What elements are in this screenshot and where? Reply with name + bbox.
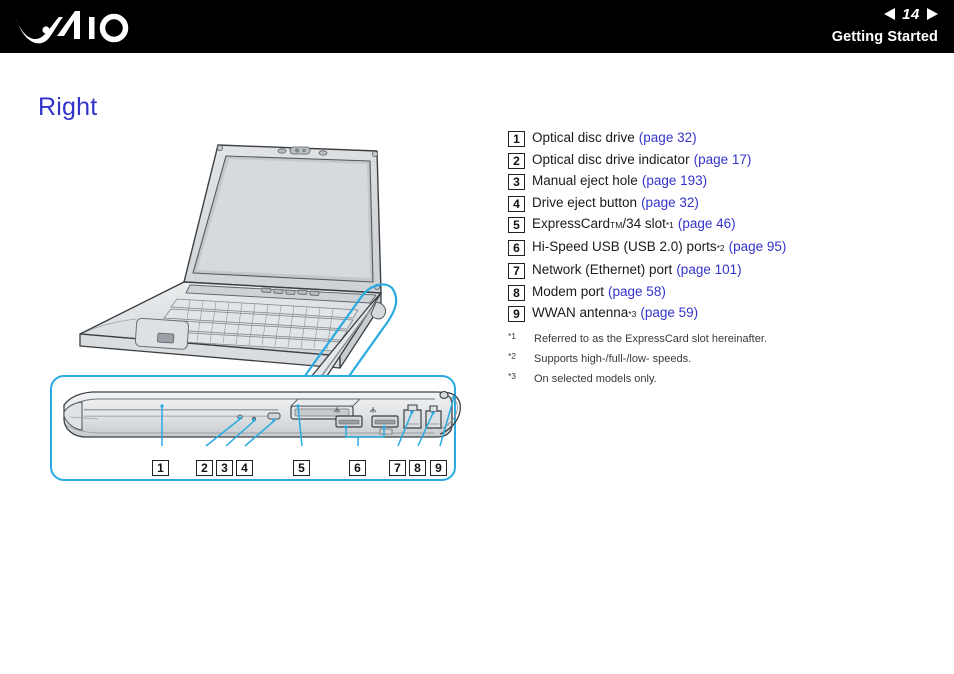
footnote-mark-1: *1 (508, 331, 517, 341)
legend-item-2: 2 Optical disc drive indicator (page 17) (508, 151, 928, 169)
callout-box-6: 6 (349, 458, 366, 476)
legend-number-8: 8 (508, 284, 525, 301)
legend-item-9: 9 WWAN antenna *3 (page 59) (508, 305, 928, 322)
page-title: Right (38, 93, 98, 121)
legend-item-5: 5 ExpressCard TM/34 slot *1 (page 46) (508, 216, 928, 233)
page-indicator: 14 (778, 4, 938, 24)
chassis-side-profile (63, 391, 461, 438)
header-bar: 14 Getting Started (0, 0, 954, 53)
legend-link-3[interactable]: (page 193) (642, 173, 707, 189)
legend-item-7: 7 Network (Ethernet) port (page 101) (508, 262, 928, 279)
callout-box-7: 7 (389, 458, 406, 476)
legend-item-8: 8 Modem port (page 58) (508, 283, 928, 301)
prev-page-arrow-icon[interactable] (884, 8, 895, 20)
optical-drive-slot (84, 409, 278, 417)
callout-box-5: 5 (293, 458, 310, 476)
touchpad (134, 317, 190, 350)
footnote-2: *2 Supports high-/full-/low- speeds. (508, 351, 928, 365)
legend-link-6[interactable]: (page 95) (729, 239, 787, 255)
legend-number-5: 5 (508, 217, 525, 233)
laptop-illustration: 1 2 3 4 5 6 7 8 9 (40, 125, 480, 495)
legend-item-6: 6 Hi-Speed USB (USB 2.0) ports *2 (page 9… (508, 239, 928, 256)
section-title: Getting Started (831, 29, 938, 45)
legend-label-5: ExpressCard (532, 216, 611, 231)
legend-number-9: 9 (508, 306, 525, 322)
legend-item-3: 3 Manual eject hole (page 193) (508, 173, 928, 190)
callout-box-4: 4 (236, 458, 253, 476)
footnote-mark-2: *2 (508, 351, 517, 361)
next-page-arrow-icon[interactable] (927, 8, 938, 20)
legend-number-3: 3 (508, 174, 525, 190)
legend-link-9[interactable]: (page 59) (640, 305, 698, 321)
page-number: 14 (902, 5, 920, 23)
legend-number-7: 7 (508, 263, 525, 279)
header-navigation: 14 Getting Started (778, 4, 938, 45)
footnote-text-3: On selected models only. (534, 373, 657, 385)
legend-label-3: Manual eject hole (532, 173, 638, 188)
legend-link-2[interactable]: (page 17) (694, 152, 752, 168)
legend-number-1: 1 (508, 131, 525, 147)
legend-list: 1 Optical disc drive (page 32) 2 Optical… (508, 130, 928, 328)
legend-link-4[interactable]: (page 32) (641, 195, 699, 211)
legend-link-8[interactable]: (page 58) (608, 284, 666, 300)
legend-label-6: Hi-Speed USB (USB 2.0) ports (532, 239, 717, 254)
legend-link-7[interactable]: (page 101) (676, 262, 741, 278)
legend-label-5b: /34 slot (622, 216, 666, 231)
legend-label-1: Optical disc drive (532, 130, 635, 145)
callout-box-2: 2 (196, 458, 213, 476)
legend-label-2: Optical disc drive indicator (532, 151, 690, 167)
footnote-1: *1 Referred to as the ExpressCard slot h… (508, 331, 928, 345)
laptop-illustration-svg (50, 144, 461, 481)
legend-label-8: Modem port (532, 283, 605, 299)
callout-box-9: 9 (430, 458, 447, 476)
footnotes-list: *1 Referred to as the ExpressCard slot h… (508, 331, 928, 393)
vaio-logo (13, 8, 135, 46)
legend-number-6: 6 (508, 240, 525, 256)
footnote-text-1: Referred to as the ExpressCard slot here… (534, 333, 767, 345)
drive-eject-button[interactable] (267, 412, 281, 420)
legend-number-2: 2 (508, 152, 525, 169)
legend-item-1: 1 Optical disc drive (page 32) (508, 130, 928, 147)
laptop-lid (183, 144, 382, 294)
legend-link-1[interactable]: (page 32) (639, 130, 697, 146)
callout-box-8: 8 (409, 458, 426, 476)
footnote-3: *3 On selected models only. (508, 371, 928, 385)
footnote-text-2: Supports high-/full-/low- speeds. (534, 353, 692, 365)
legend-label-7: Network (Ethernet) port (532, 262, 673, 277)
legend-label-9: WWAN antenna (532, 305, 629, 320)
legend-item-4: 4 Drive eject button (page 32) (508, 194, 928, 212)
callout-box-1: 1 (152, 458, 169, 476)
callout-box-3: 3 (216, 458, 233, 476)
legend-number-4: 4 (508, 195, 525, 212)
legend-link-5[interactable]: (page 46) (678, 216, 736, 232)
legend-label-4: Drive eject button (532, 194, 638, 210)
footnote-mark-3: *3 (508, 371, 517, 381)
